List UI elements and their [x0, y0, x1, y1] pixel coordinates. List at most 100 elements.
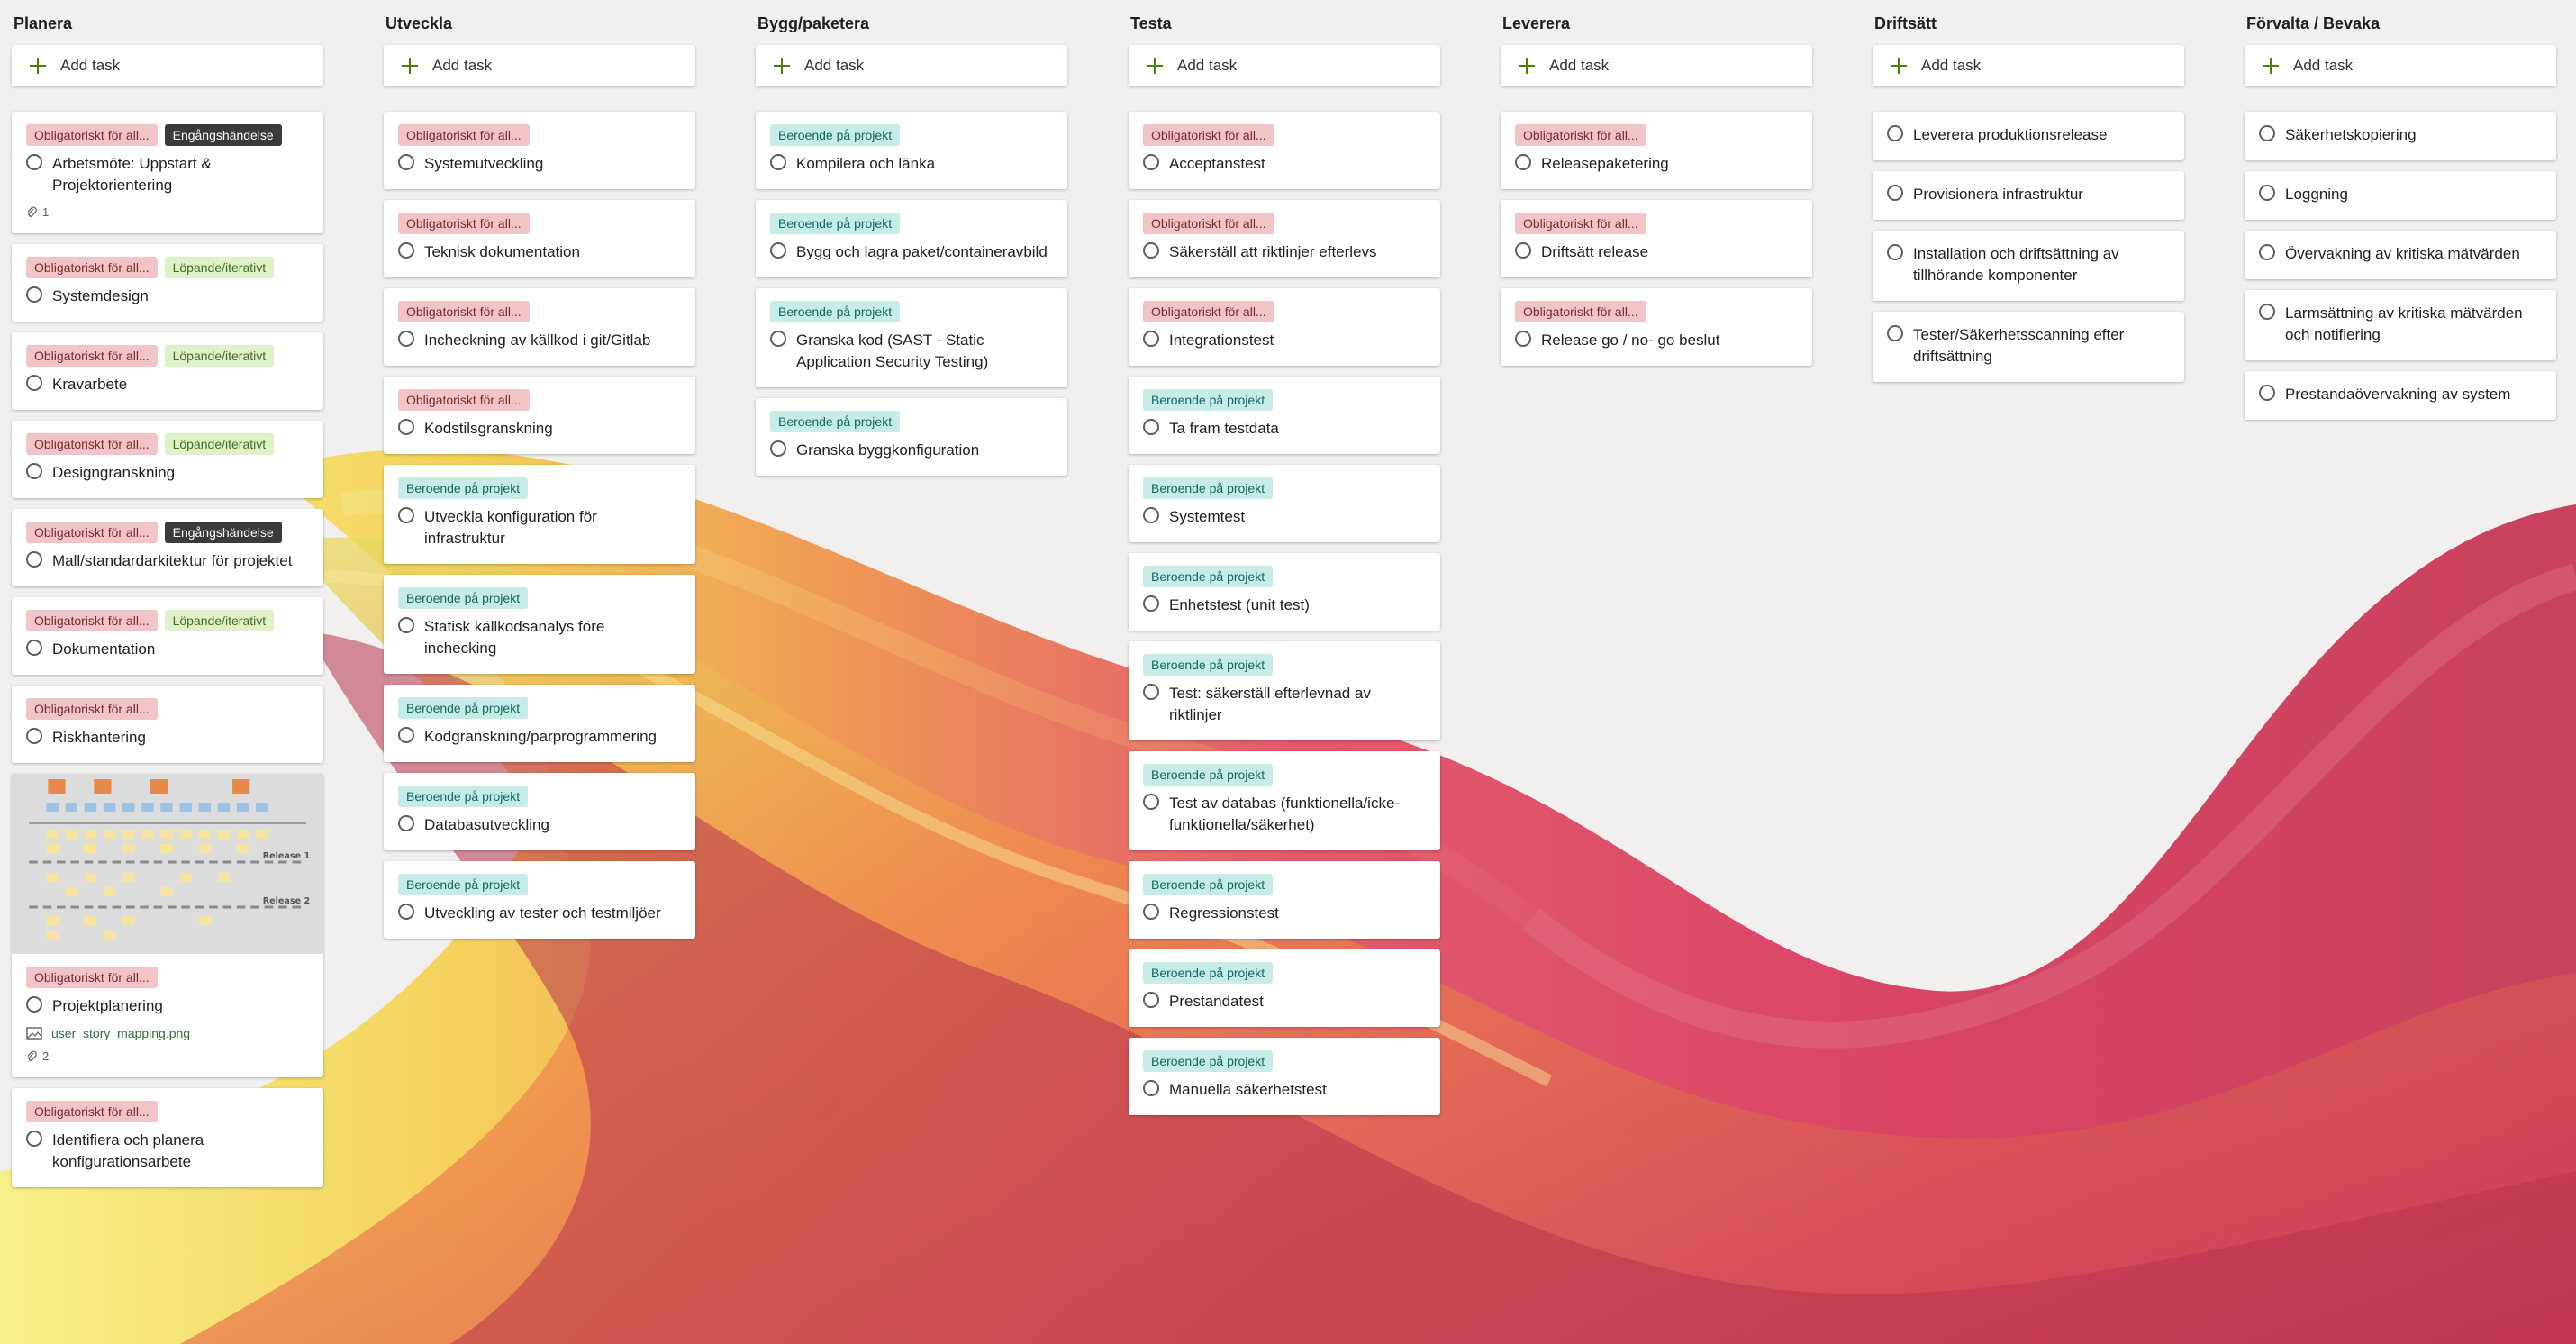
complete-checkbox[interactable] [26, 463, 42, 479]
task-card[interactable]: Obligatoriskt för all... Löpande/iterativ… [12, 597, 323, 675]
add-task-button[interactable]: Add task [12, 45, 323, 86]
task-card[interactable]: Obligatoriskt för all... Kodstilsgranskni… [384, 377, 695, 454]
task-card[interactable]: Provisionera infrastruktur [1873, 171, 2184, 220]
task-card[interactable]: Beroende på projekt Statisk källkodsanaly… [384, 575, 695, 674]
complete-checkbox[interactable] [26, 996, 42, 1013]
task-card[interactable]: Obligatoriskt för all... Löpande/iterativ… [12, 332, 323, 410]
complete-checkbox[interactable] [26, 286, 42, 303]
add-task-button[interactable]: Add task [1873, 45, 2184, 86]
task-card[interactable]: Larmsättning av kritiska mätvärden och n… [2245, 290, 2556, 360]
task-card[interactable]: Leverera produktionsrelease [1873, 112, 2184, 160]
task-card[interactable]: Obligatoriskt för all... Integrationstest [1129, 288, 1440, 366]
complete-checkbox[interactable] [1143, 507, 1159, 523]
bucket-title[interactable]: Planera [12, 0, 323, 45]
complete-checkbox[interactable] [1887, 325, 1903, 341]
complete-checkbox[interactable] [1143, 595, 1159, 612]
complete-checkbox[interactable] [1515, 242, 1531, 259]
complete-checkbox[interactable] [1143, 154, 1159, 170]
complete-checkbox[interactable] [1143, 242, 1159, 259]
complete-checkbox[interactable] [26, 375, 42, 391]
complete-checkbox[interactable] [26, 154, 42, 170]
complete-checkbox[interactable] [2259, 244, 2275, 260]
complete-checkbox[interactable] [1143, 684, 1159, 700]
task-card[interactable]: Tester/Säkerhetsscanning efter driftsätt… [1873, 312, 2184, 382]
complete-checkbox[interactable] [398, 727, 414, 743]
complete-checkbox[interactable] [2259, 125, 2275, 141]
complete-checkbox[interactable] [1887, 244, 1903, 260]
task-card[interactable]: Beroende på projekt Databasutveckling [384, 773, 695, 850]
task-card[interactable]: Säkerhetskopiering [2245, 112, 2556, 160]
task-card[interactable]: Obligatoriskt för all... Löpande/iterativ… [12, 421, 323, 498]
task-card[interactable]: Beroende på projekt Enhetstest (unit test… [1129, 553, 1440, 631]
task-card[interactable]: Beroende på projekt Bygg och lagra paket/… [756, 200, 1067, 277]
complete-checkbox[interactable] [2259, 185, 2275, 201]
task-card[interactable]: Beroende på projekt Kompilera och länka [756, 112, 1067, 189]
complete-checkbox[interactable] [1887, 125, 1903, 141]
attachment-filename[interactable]: user_story_mapping.png [51, 1026, 190, 1040]
complete-checkbox[interactable] [2259, 385, 2275, 401]
bucket-title[interactable]: Driftsätt [1873, 0, 2184, 45]
bucket-title[interactable]: Leverera [1501, 0, 1812, 45]
task-card[interactable]: Obligatoriskt för all... Driftsätt releas… [1501, 200, 1812, 277]
task-card[interactable]: Obligatoriskt för all... Teknisk dokument… [384, 200, 695, 277]
task-card[interactable]: Övervakning av kritiska mätvärden [2245, 231, 2556, 279]
bucket-title[interactable]: Bygg/paketera [756, 0, 1067, 45]
complete-checkbox[interactable] [1143, 1080, 1159, 1096]
task-card[interactable]: Installation och driftsättning av tillhö… [1873, 231, 2184, 301]
complete-checkbox[interactable] [398, 331, 414, 347]
complete-checkbox[interactable] [26, 551, 42, 568]
complete-checkbox[interactable] [26, 1131, 42, 1147]
task-card[interactable]: Prestandaövervakning av system [2245, 371, 2556, 420]
complete-checkbox[interactable] [398, 815, 414, 831]
complete-checkbox[interactable] [1887, 185, 1903, 201]
task-card[interactable]: Beroende på projekt Utveckla konfiguratio… [384, 465, 695, 564]
complete-checkbox[interactable] [1143, 992, 1159, 1008]
complete-checkbox[interactable] [1143, 419, 1159, 435]
complete-checkbox[interactable] [1143, 794, 1159, 810]
complete-checkbox[interactable] [398, 507, 414, 523]
task-card[interactable]: Beroende på projekt Test: säkerställ efte… [1129, 641, 1440, 740]
task-card[interactable]: Beroende på projekt Prestandatest [1129, 949, 1440, 1027]
task-card[interactable]: Beroende på projekt Systemtest [1129, 465, 1440, 542]
bucket-title[interactable]: Förvalta / Bevaka [2245, 0, 2556, 45]
task-card[interactable]: Obligatoriskt för all... Systemutveckling [384, 112, 695, 189]
task-card[interactable]: Obligatoriskt för all... Riskhantering [12, 686, 323, 763]
task-card[interactable]: Obligatoriskt för all... Säkerställ att r… [1129, 200, 1440, 277]
task-card[interactable]: Beroende på projekt Granska kod (SAST - S… [756, 288, 1067, 387]
complete-checkbox[interactable] [1143, 904, 1159, 920]
complete-checkbox[interactable] [2259, 304, 2275, 320]
task-card[interactable]: Beroende på projekt Kodgranskning/parprog… [384, 685, 695, 762]
complete-checkbox[interactable] [398, 419, 414, 435]
complete-checkbox[interactable] [770, 154, 786, 170]
add-task-button[interactable]: Add task [384, 45, 695, 86]
task-card[interactable]: Beroende på projekt Utveckling av tester … [384, 861, 695, 939]
complete-checkbox[interactable] [398, 154, 414, 170]
task-card[interactable]: Obligatoriskt för all... Löpande/iterativ… [12, 244, 323, 322]
task-card[interactable]: Loggning [2245, 171, 2556, 220]
task-card[interactable]: Obligatoriskt för all... Engångshändelse M… [12, 509, 323, 586]
complete-checkbox[interactable] [398, 904, 414, 920]
task-card[interactable]: Obligatoriskt för all... Engångshändelse A… [12, 112, 323, 233]
complete-checkbox[interactable] [770, 242, 786, 259]
task-card[interactable]: Beroende på projekt Granska byggkonfigura… [756, 398, 1067, 476]
task-card[interactable]: Obligatoriskt för all... Acceptanstest [1129, 112, 1440, 189]
add-task-button[interactable]: Add task [756, 45, 1067, 86]
complete-checkbox[interactable] [26, 640, 42, 656]
add-task-button[interactable]: Add task [2245, 45, 2556, 86]
bucket-title[interactable]: Testa [1129, 0, 1440, 45]
complete-checkbox[interactable] [770, 331, 786, 347]
bucket-title[interactable]: Utveckla [384, 0, 695, 45]
complete-checkbox[interactable] [398, 242, 414, 259]
attachment-preview-image[interactable]: Release 1 Release 2 [12, 774, 323, 954]
task-card[interactable]: Release 1 Release 2 Obligatoriskt för all.… [12, 774, 323, 1077]
add-task-button[interactable]: Add task [1501, 45, 1812, 86]
task-card[interactable]: Beroende på projekt Test av databas (funk… [1129, 751, 1440, 850]
complete-checkbox[interactable] [770, 440, 786, 457]
complete-checkbox[interactable] [398, 617, 414, 633]
task-card[interactable]: Beroende på projekt Regressionstest [1129, 861, 1440, 939]
attachment-link[interactable]: user_story_mapping.png [26, 1026, 309, 1040]
complete-checkbox[interactable] [1515, 154, 1531, 170]
complete-checkbox[interactable] [1143, 331, 1159, 347]
task-card[interactable]: Beroende på projekt Manuella säkerhetstes… [1129, 1038, 1440, 1115]
task-card[interactable]: Obligatoriskt för all... Release go / no-… [1501, 288, 1812, 366]
